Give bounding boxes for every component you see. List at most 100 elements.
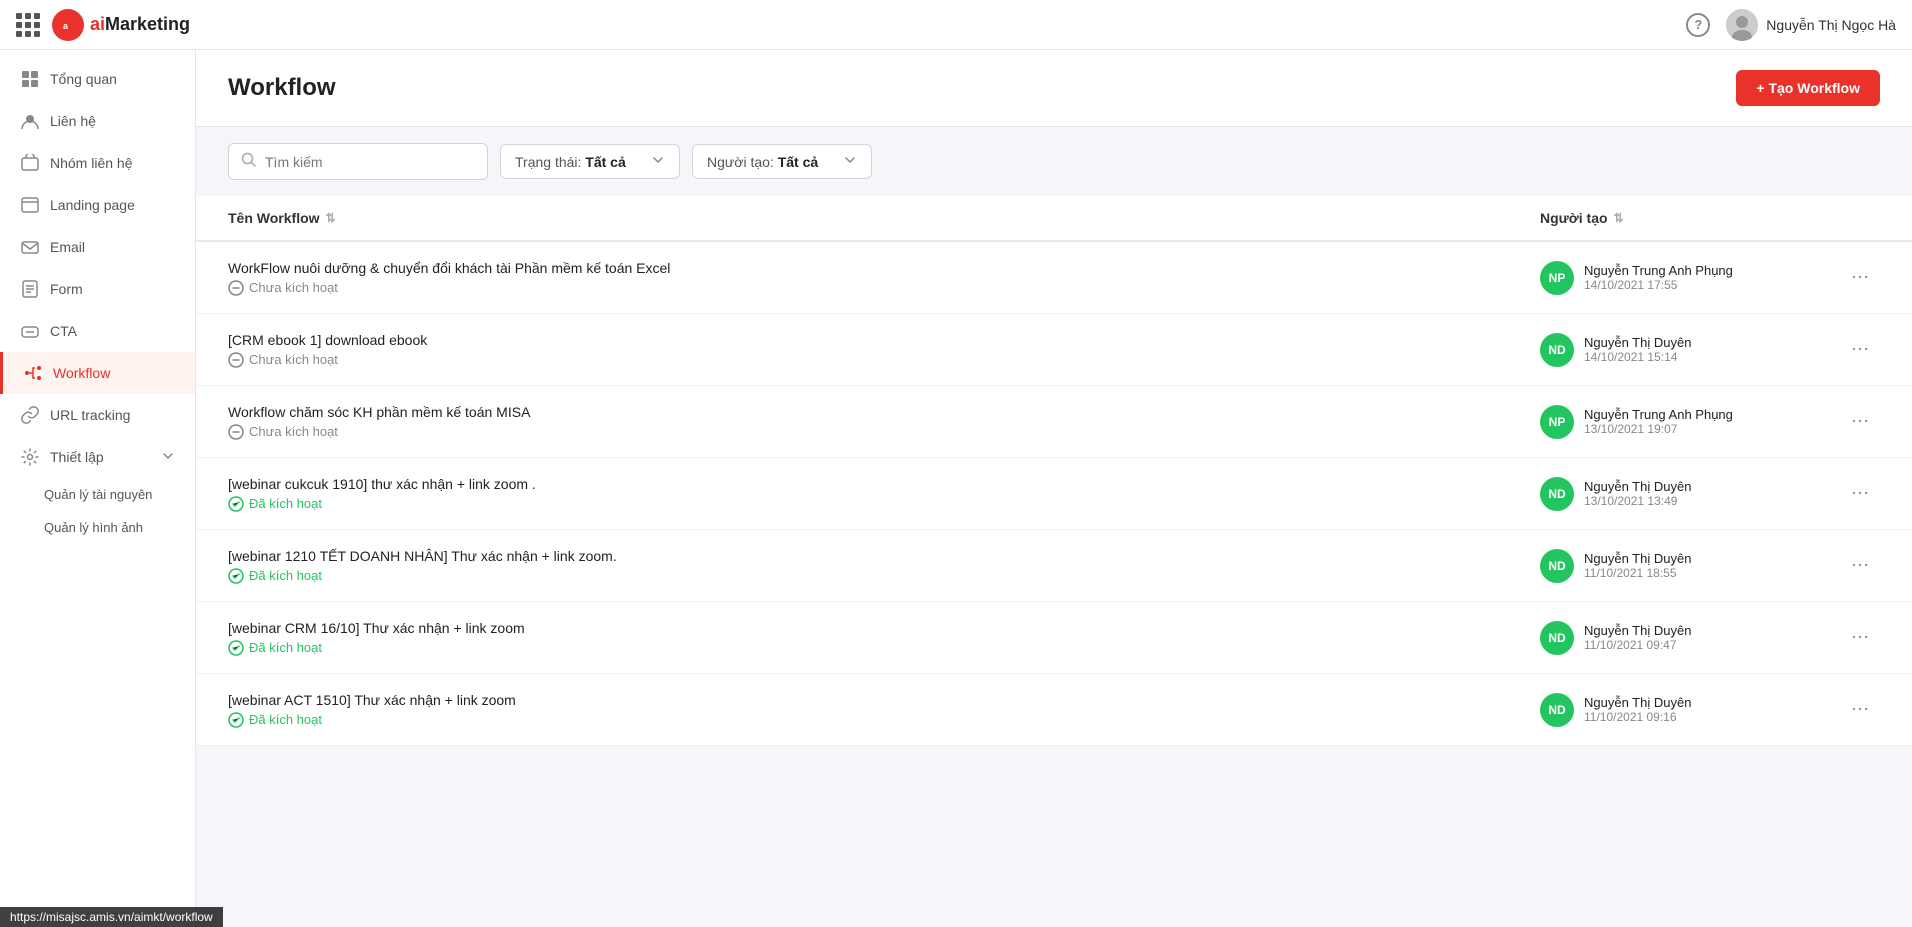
row-status: Chưa kích hoạt [228,424,1540,440]
create-workflow-button[interactable]: + Tạo Workflow [1736,70,1880,106]
logo-icon: a [52,9,84,41]
table-row[interactable]: [webinar CRM 16/10] Thư xác nhận + link … [196,602,1912,674]
table-row[interactable]: Workflow chăm sóc KH phần mềm kế toán MI… [196,386,1912,458]
user-info[interactable]: Nguyễn Thị Ngọc Hà [1726,9,1896,41]
row-title: [webinar ACT 1510] Thư xác nhận + link z… [228,692,1540,708]
table-row[interactable]: [CRM ebook 1] download ebook Chưa kích h… [196,314,1912,386]
status-label: Đã kích hoạt [249,496,322,511]
sub-item-label: Quản lý hình ảnh [44,520,143,535]
status-label: Đã kích hoạt [249,568,322,583]
chevron-down-icon [651,153,665,170]
sidebar-item-tong-quan[interactable]: Tổng quan [0,58,195,100]
row-title: [webinar cukcuk 1910] thư xác nhận + lin… [228,476,1540,492]
table-row[interactable]: [webinar 1210 TẾT DOANH NHÂN] Thư xác nh… [196,530,1912,602]
more-options-button[interactable]: ⋯ [1843,479,1877,508]
row-title: [webinar CRM 16/10] Thư xác nhận + link … [228,620,1540,636]
row-creator-col: ND Nguyễn Thị Duyên 11/10/2021 09:47 [1540,621,1840,655]
sidebar-item-lien-he[interactable]: Liên hệ [0,100,195,142]
sidebar-item-label: Liên hệ [50,113,96,129]
sidebar-item-label: URL tracking [50,407,130,423]
status-bar: https://misajsc.amis.vn/aimkt/workflow [0,907,223,927]
row-name-col: WorkFlow nuôi dưỡng & chuyển đổi khách t… [228,260,1540,296]
sidebar-item-form[interactable]: Form [0,268,195,310]
row-name-col: [webinar ACT 1510] Thư xác nhận + link z… [228,692,1540,728]
avatar: ND [1540,693,1574,727]
creator-info: Nguyễn Thị Duyên 11/10/2021 09:47 [1584,623,1691,652]
creator-info: Nguyễn Trung Anh Phụng 14/10/2021 17:55 [1584,263,1733,292]
creator-date: 11/10/2021 18:55 [1584,566,1691,580]
more-options-button[interactable]: ⋯ [1843,623,1877,652]
workflow-table: Tên Workflow ⇅ Người tạo ⇅ WorkFlow nuôi… [196,196,1912,746]
email-icon [20,237,40,257]
avatar: ND [1540,477,1574,511]
sidebar-item-thiet-lap[interactable]: Thiết lập [0,436,195,478]
more-options-button[interactable]: ⋯ [1843,407,1877,436]
sidebar-item-url-tracking[interactable]: URL tracking [0,394,195,436]
creator-name: Nguyễn Trung Anh Phụng [1584,407,1733,422]
avatar: ND [1540,549,1574,583]
row-status: Đã kích hoạt [228,568,1540,584]
sidebar-item-label: Workflow [53,365,110,381]
status-url: https://misajsc.amis.vn/aimkt/workflow [10,910,213,924]
row-actions-col: ⋯ [1840,695,1880,724]
inactive-icon [228,280,244,296]
row-status: Chưa kích hoạt [228,280,1540,296]
sidebar-item-landing-page[interactable]: Landing page [0,184,195,226]
row-title: WorkFlow nuôi dưỡng & chuyển đổi khách t… [228,260,1540,276]
sidebar-sub-item-quan-ly-hinh-anh[interactable]: Quản lý hình ảnh [0,511,195,544]
status-filter-label: Trạng thái: Tất cả [515,154,626,170]
row-actions-col: ⋯ [1840,623,1880,652]
inactive-icon [228,352,244,368]
search-input[interactable] [265,154,475,170]
more-options-button[interactable]: ⋯ [1843,335,1877,364]
more-options-button[interactable]: ⋯ [1843,551,1877,580]
form-icon [20,279,40,299]
sidebar: Tổng quan Liên hệ Nhóm liên hệ Landing p… [0,50,196,927]
col-name-header: Tên Workflow ⇅ [228,210,1540,226]
creator-date: 11/10/2021 09:47 [1584,638,1691,652]
more-options-button[interactable]: ⋯ [1843,695,1877,724]
dashboard-icon [20,69,40,89]
sidebar-item-workflow[interactable]: Workflow [0,352,195,394]
creator-date: 13/10/2021 13:49 [1584,494,1691,508]
page-title: Workflow [228,74,336,102]
logo[interactable]: a aiMarketing [52,9,190,41]
row-creator-col: NP Nguyễn Trung Anh Phụng 13/10/2021 19:… [1540,405,1840,439]
sidebar-item-nhom-lien-he[interactable]: Nhóm liên hệ [0,142,195,184]
help-icon[interactable]: ? [1686,13,1710,37]
more-options-button[interactable]: ⋯ [1843,263,1877,292]
creator-name: Nguyễn Trung Anh Phụng [1584,263,1733,278]
grid-menu-icon[interactable] [16,13,40,37]
header-right: ? Nguyễn Thị Ngọc Hà [1686,9,1896,41]
creator-info: Nguyễn Thị Duyên 14/10/2021 15:14 [1584,335,1691,364]
active-icon [228,640,244,656]
page-header: Workflow + Tạo Workflow [196,50,1912,127]
top-header: a aiMarketing ? Nguyễn Thị Ngọc Hà [0,0,1912,50]
creator-date: 13/10/2021 19:07 [1584,422,1733,436]
status-label: Chưa kích hoạt [249,424,338,439]
contact-icon [20,111,40,131]
row-name-col: [webinar 1210 TẾT DOANH NHÂN] Thư xác nh… [228,548,1540,584]
sidebar-item-cta[interactable]: CTA [0,310,195,352]
logo-text: aiMarketing [90,14,190,35]
sidebar-sub-item-quan-ly-tai-nguyen[interactable]: Quản lý tài nguyên [0,478,195,511]
table-row[interactable]: [webinar cukcuk 1910] thư xác nhận + lin… [196,458,1912,530]
cta-icon [20,321,40,341]
row-name-col: [webinar CRM 16/10] Thư xác nhận + link … [228,620,1540,656]
search-icon [241,152,257,171]
status-filter[interactable]: Trạng thái: Tất cả [500,144,680,179]
sidebar-item-email[interactable]: Email [0,226,195,268]
inactive-icon [228,424,244,440]
creator-filter[interactable]: Người tạo: Tất cả [692,144,872,179]
row-name-col: Workflow chăm sóc KH phần mềm kế toán MI… [228,404,1540,440]
table-rows: WorkFlow nuôi dưỡng & chuyển đổi khách t… [196,242,1912,746]
creator-name: Nguyễn Thị Duyên [1584,479,1691,494]
active-icon [228,712,244,728]
active-icon [228,496,244,512]
creator-name: Nguyễn Thị Duyên [1584,551,1691,566]
table-row[interactable]: [webinar ACT 1510] Thư xác nhận + link z… [196,674,1912,746]
layout: Tổng quan Liên hệ Nhóm liên hệ Landing p… [0,50,1912,927]
table-row[interactable]: WorkFlow nuôi dưỡng & chuyển đổi khách t… [196,242,1912,314]
creator-info: Nguyễn Thị Duyên 13/10/2021 13:49 [1584,479,1691,508]
table-header: Tên Workflow ⇅ Người tạo ⇅ [196,196,1912,242]
